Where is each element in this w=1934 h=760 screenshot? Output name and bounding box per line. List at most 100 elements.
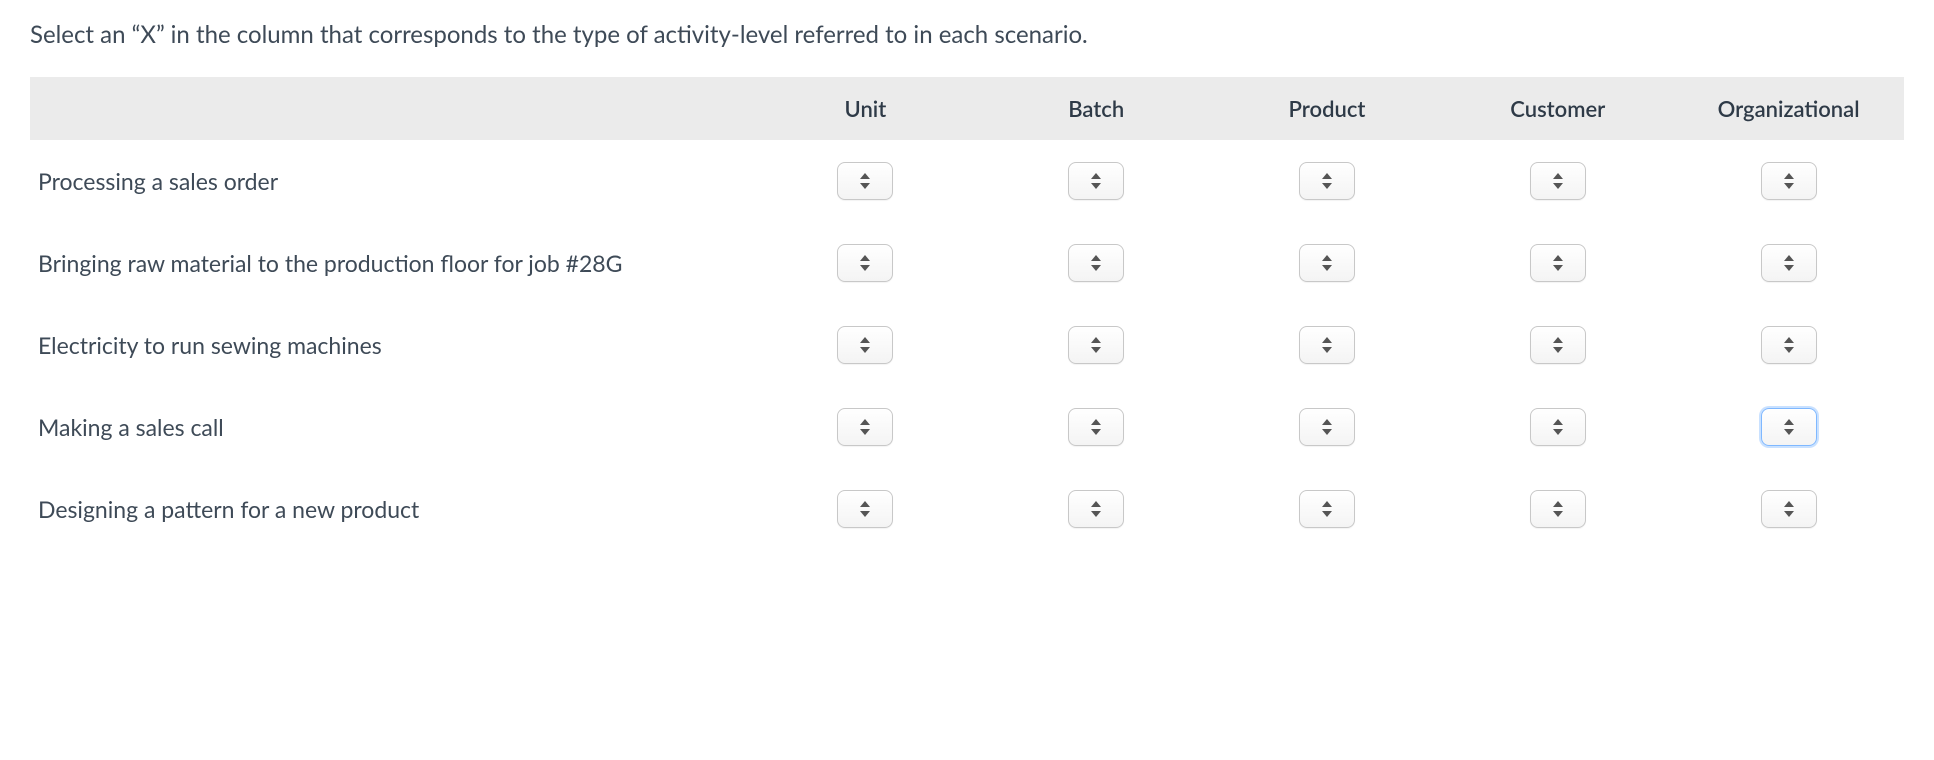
arrow-down-icon <box>860 347 870 353</box>
table-cell <box>750 408 981 446</box>
row-label: Bringing raw material to the production … <box>30 249 750 277</box>
select-stepper[interactable] <box>1068 490 1124 528</box>
arrow-up-icon <box>860 501 870 507</box>
select-stepper[interactable] <box>1299 490 1355 528</box>
arrow-down-icon <box>1553 183 1563 189</box>
select-stepper[interactable] <box>1299 162 1355 200</box>
arrow-up-icon <box>1322 173 1332 179</box>
table-cell <box>1212 326 1443 364</box>
select-stepper[interactable] <box>1761 326 1817 364</box>
arrow-down-icon <box>1784 429 1794 435</box>
arrow-up-icon <box>1322 255 1332 261</box>
table-cell <box>1673 490 1904 528</box>
table-cell <box>981 162 1212 200</box>
select-stepper[interactable] <box>1530 408 1586 446</box>
select-stepper[interactable] <box>1068 162 1124 200</box>
table-cell <box>1673 326 1904 364</box>
column-header-product: Product <box>1212 95 1443 122</box>
table-cell <box>981 244 1212 282</box>
table-cell <box>1442 162 1673 200</box>
arrow-up-icon <box>1553 337 1563 343</box>
select-stepper[interactable] <box>1530 490 1586 528</box>
arrow-down-icon <box>1784 183 1794 189</box>
select-stepper[interactable] <box>1530 326 1586 364</box>
select-stepper[interactable] <box>1530 244 1586 282</box>
table-cell <box>750 490 981 528</box>
arrow-down-icon <box>1553 429 1563 435</box>
arrow-up-icon <box>1322 501 1332 507</box>
arrow-up-icon <box>1553 255 1563 261</box>
arrow-down-icon <box>1091 429 1101 435</box>
arrow-down-icon <box>1091 347 1101 353</box>
table-cell <box>1212 244 1443 282</box>
select-stepper[interactable] <box>1530 162 1586 200</box>
arrow-down-icon <box>1784 347 1794 353</box>
table-row: Bringing raw material to the production … <box>30 222 1904 304</box>
arrow-down-icon <box>860 183 870 189</box>
table-cell <box>1212 162 1443 200</box>
arrow-up-icon <box>860 255 870 261</box>
arrow-down-icon <box>1322 347 1332 353</box>
table-cell <box>981 490 1212 528</box>
select-stepper[interactable] <box>1299 408 1355 446</box>
arrow-down-icon <box>1322 511 1332 517</box>
arrow-down-icon <box>1091 183 1101 189</box>
table-cell <box>1673 162 1904 200</box>
arrow-down-icon <box>1553 511 1563 517</box>
select-stepper[interactable] <box>837 162 893 200</box>
table-cell <box>1442 408 1673 446</box>
table-cell <box>1442 326 1673 364</box>
table-cell <box>750 326 981 364</box>
table-cell <box>981 326 1212 364</box>
table-cell <box>1212 490 1443 528</box>
select-stepper[interactable] <box>837 244 893 282</box>
table-cell <box>1212 408 1443 446</box>
select-stepper[interactable] <box>837 408 893 446</box>
column-header-unit: Unit <box>750 95 981 122</box>
select-stepper[interactable] <box>1299 244 1355 282</box>
arrow-down-icon <box>1553 347 1563 353</box>
select-stepper[interactable] <box>1068 326 1124 364</box>
select-stepper[interactable] <box>1761 244 1817 282</box>
arrow-down-icon <box>1322 265 1332 271</box>
arrow-up-icon <box>1784 173 1794 179</box>
select-stepper[interactable] <box>837 326 893 364</box>
select-stepper[interactable] <box>1761 408 1817 446</box>
select-stepper[interactable] <box>1299 326 1355 364</box>
arrow-up-icon <box>1553 501 1563 507</box>
arrow-down-icon <box>860 429 870 435</box>
arrow-down-icon <box>1091 511 1101 517</box>
table-header-row: Unit Batch Product Customer Organization… <box>30 77 1904 140</box>
arrow-up-icon <box>1091 255 1101 261</box>
row-label: Electricity to run sewing machines <box>30 331 750 359</box>
table-cell <box>1673 408 1904 446</box>
arrow-up-icon <box>860 173 870 179</box>
select-stepper[interactable] <box>1068 244 1124 282</box>
arrow-up-icon <box>1091 337 1101 343</box>
select-stepper[interactable] <box>1761 162 1817 200</box>
arrow-up-icon <box>860 337 870 343</box>
arrow-up-icon <box>1322 337 1332 343</box>
arrow-up-icon <box>1553 173 1563 179</box>
select-stepper[interactable] <box>1761 490 1817 528</box>
arrow-up-icon <box>1091 501 1101 507</box>
arrow-down-icon <box>1784 265 1794 271</box>
select-stepper[interactable] <box>1068 408 1124 446</box>
arrow-up-icon <box>1784 501 1794 507</box>
activity-table: Unit Batch Product Customer Organization… <box>30 77 1904 550</box>
header-spacer <box>30 95 750 122</box>
select-stepper[interactable] <box>837 490 893 528</box>
instruction-text: Select an “X” in the column that corresp… <box>30 20 1904 49</box>
row-label: Processing a sales order <box>30 167 750 195</box>
table-row: Electricity to run sewing machines <box>30 304 1904 386</box>
column-header-customer: Customer <box>1442 95 1673 122</box>
table-cell <box>750 244 981 282</box>
arrow-down-icon <box>1091 265 1101 271</box>
table-row: Processing a sales order <box>30 140 1904 222</box>
arrow-up-icon <box>1091 173 1101 179</box>
arrow-up-icon <box>1091 419 1101 425</box>
arrow-down-icon <box>860 265 870 271</box>
arrow-down-icon <box>1322 183 1332 189</box>
arrow-down-icon <box>860 511 870 517</box>
arrow-up-icon <box>1784 419 1794 425</box>
